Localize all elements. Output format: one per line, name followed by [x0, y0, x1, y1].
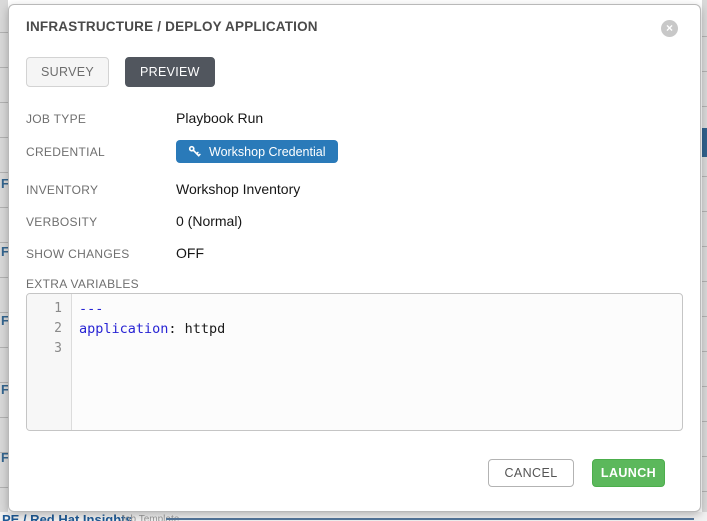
extra-variables-editor[interactable]: 1 2 3 --- application: httpd — [26, 293, 683, 431]
deploy-application-modal: INFRASTRUCTURE / DEPLOY APPLICATION × SU… — [8, 4, 701, 512]
field-credential: CREDENTIAL Workshop Credential — [26, 140, 338, 163]
background-link-fragment: F — [1, 313, 8, 328]
background-link-fragment: F — [1, 382, 8, 397]
credential-label: CREDENTIAL — [26, 140, 176, 159]
code-line — [79, 339, 682, 359]
job-type-value: Playbook Run — [176, 110, 263, 126]
field-show-changes: SHOW CHANGES OFF — [26, 245, 204, 261]
modal-tabs: SURVEY PREVIEW — [26, 57, 215, 87]
editor-code-area[interactable]: --- application: httpd — [72, 294, 682, 430]
key-icon — [188, 145, 201, 158]
code-line: application: httpd — [79, 319, 682, 339]
credential-badge[interactable]: Workshop Credential — [176, 140, 338, 163]
background-link-fragment: F — [1, 244, 8, 259]
verbosity-value: 0 (Normal) — [176, 213, 242, 229]
close-icon[interactable]: × — [661, 20, 678, 37]
job-type-label: JOB TYPE — [26, 110, 176, 126]
inventory-label: INVENTORY — [26, 181, 176, 197]
tab-preview[interactable]: PREVIEW — [125, 57, 215, 87]
verbosity-label: VERBOSITY — [26, 213, 176, 229]
field-inventory: INVENTORY Workshop Inventory — [26, 181, 300, 197]
inventory-value: Workshop Inventory — [176, 181, 300, 197]
launch-button[interactable]: LAUNCH — [592, 459, 665, 487]
background-link-fragment: F — [1, 450, 8, 465]
show-changes-value: OFF — [176, 245, 204, 261]
code-line: --- — [79, 299, 682, 319]
credential-badge-label: Workshop Credential — [209, 145, 326, 159]
extra-variables-label: EXTRA VARIABLES — [26, 277, 139, 291]
tab-survey[interactable]: SURVEY — [26, 57, 109, 87]
show-changes-label: SHOW CHANGES — [26, 245, 176, 261]
line-number: 1 — [27, 299, 71, 319]
background-link-fragment: F — [1, 176, 8, 191]
background-template-link: PE / Red Hat Insights — [2, 512, 133, 521]
line-number: 2 — [27, 319, 71, 339]
field-verbosity: VERBOSITY 0 (Normal) — [26, 213, 242, 229]
editor-line-number-gutter: 1 2 3 — [27, 294, 72, 430]
background-page-right-sliver — [702, 0, 707, 521]
cancel-button[interactable]: CANCEL — [488, 459, 574, 487]
background-blue-bar — [702, 128, 707, 157]
modal-title: INFRASTRUCTURE / DEPLOY APPLICATION — [26, 19, 318, 34]
background-page-bottom-sliver: PE / Red Hat Insights Job Template — [0, 512, 707, 521]
background-row-underline — [166, 518, 694, 520]
line-number: 3 — [27, 339, 71, 359]
field-job-type: JOB TYPE Playbook Run — [26, 110, 263, 126]
background-page-left-sliver: F F F F F — [0, 0, 8, 521]
